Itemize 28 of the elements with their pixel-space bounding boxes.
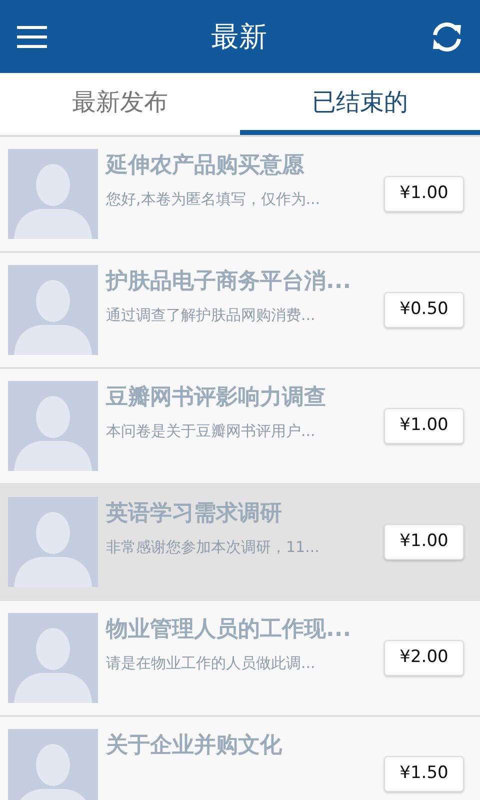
survey-title: 物业管理人员的工作现... [106,616,352,644]
survey-title: 豆瓣网书评影响力调查 [106,384,327,412]
avatar-icon [8,497,98,587]
price-button[interactable]: ¥1.50 [384,756,464,792]
price-button[interactable]: ¥1.00 [384,176,464,212]
survey-summary: 您好,本卷为匿名填写，仅作为... [106,189,322,210]
price-button[interactable]: ¥1.00 [384,524,464,560]
refresh-icon[interactable] [430,20,464,54]
price-button[interactable]: ¥2.00 [384,640,464,676]
survey-title: 护肤品电子商务平台消... [106,268,352,296]
avatar-icon [8,265,98,355]
survey-title: 英语学习需求调研 [106,500,283,528]
survey-title: 关于企业并购文化 [106,732,283,760]
survey-title: 延伸农产品购买意愿 [106,152,306,180]
survey-summary: 非常感谢您参加本次调研，11... [106,537,320,558]
price-button[interactable]: ¥0.50 [384,292,464,328]
survey-row[interactable]: 英语学习需求调研 非常感谢您参加本次调研，11... ¥1.00 [0,485,480,601]
avatar-icon [8,381,98,471]
price-button[interactable]: ¥1.00 [384,408,464,444]
app-title: 最新 [211,18,267,54]
survey-summary: 本问卷是关于豆瓣网书评用户... [106,421,316,442]
avatar-icon [8,613,98,703]
avatar-icon [8,149,98,239]
avatar-icon [8,729,98,800]
survey-summary: 请是在物业工作的人员做此调... [106,653,316,674]
tab[interactable]: 最新发布 [0,73,240,135]
menu-icon[interactable] [16,24,48,48]
survey-summary: 通过调查了解护肤品网购消费... [106,305,316,326]
